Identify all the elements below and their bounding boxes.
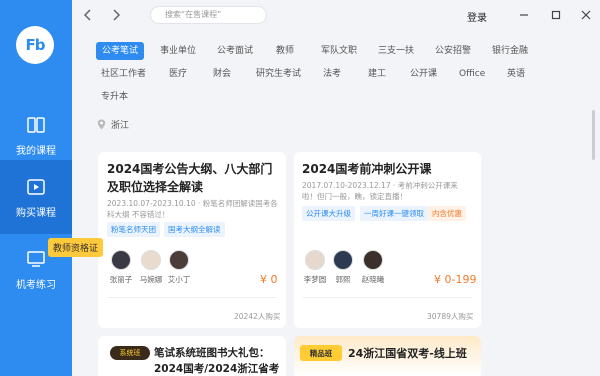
category-tab[interactable]: 公安招警: [435, 42, 471, 60]
category-tab[interactable]: 银行金融: [492, 42, 528, 60]
course-tag: 内含优惠: [428, 206, 466, 221]
minimize-icon: [520, 14, 528, 16]
category-tab[interactable]: 专升本: [101, 88, 128, 106]
avatar: [305, 250, 325, 270]
category-tab[interactable]: 英语: [507, 65, 525, 83]
category-tab[interactable]: 建工: [368, 65, 386, 83]
maximize-button[interactable]: [548, 7, 564, 23]
buyer-count: 20242人购买: [234, 312, 281, 321]
course-meta: 2023.10.07-2023.10.10 · 粉笔名师团解读国考各科大纲 不容…: [107, 199, 278, 219]
class-badge: 精品班: [300, 345, 342, 361]
category-tab[interactable]: 公考面试: [217, 42, 253, 60]
avatar: [363, 250, 383, 270]
course-card[interactable]: 2024国考公告大纲、八大部门及职位选择全解读 2023.10.07-2023.…: [98, 152, 286, 328]
course-title: 2024国考前冲刺公开课: [302, 162, 432, 176]
teacher: 赵晓曦: [358, 250, 388, 285]
teacher-name: 郭熙: [335, 275, 351, 284]
category-tab[interactable]: 财会: [213, 65, 231, 83]
course-meta: 2017.07.10-2023.12.17 · 考前冲刺公开课来啦！但门一般，瞧…: [302, 181, 458, 201]
category-tab[interactable]: 事业单位: [160, 42, 196, 60]
app-logo[interactable]: Fb: [16, 26, 54, 64]
computer-icon: [25, 248, 47, 270]
maximize-icon: [551, 10, 561, 20]
course-title: 2024国考公告大纲、八大部门及职位选择全解读: [107, 162, 273, 194]
play-icon: [25, 176, 47, 198]
divider: [107, 297, 277, 298]
teacher-name: 李梦圆: [303, 275, 327, 284]
teacher-name: 艾小丁: [167, 275, 191, 284]
teacher: 张丽子: [106, 250, 136, 285]
sidebar-item-label: 我的课程: [16, 145, 56, 157]
category-tab[interactable]: 法考: [323, 65, 341, 83]
category-tab[interactable]: 医疗: [169, 65, 187, 83]
teacher: 马婉娜: [136, 250, 166, 285]
teacher-name: 赵晓曦: [361, 275, 385, 284]
course-price: ¥ 0-199: [434, 273, 477, 286]
category-tab[interactable]: 研究生考试: [256, 65, 301, 83]
chevron-right-icon: [113, 9, 121, 21]
chevron-left-icon: [83, 9, 91, 21]
avatar: [169, 250, 189, 270]
login-button[interactable]: 登录: [467, 9, 487, 24]
avatar: [333, 250, 353, 270]
badge-label: 精品班: [309, 348, 333, 358]
back-button[interactable]: [80, 7, 96, 23]
category-tab[interactable]: 社区工作者: [101, 65, 146, 83]
teacher: 郭熙: [328, 250, 358, 285]
avatar: [111, 250, 131, 270]
category-tab[interactable]: Office: [459, 65, 485, 83]
divider: [302, 297, 472, 298]
avatar: [141, 250, 161, 270]
location-pin-icon: [97, 119, 106, 130]
teacher-name: 马婉娜: [139, 275, 163, 284]
course-card[interactable]: 系统班 笔试系统班图书大礼包：2024国考/2024浙江省考: [98, 336, 286, 376]
teacher: 艾小丁: [164, 250, 194, 285]
scrollbar[interactable]: [592, 110, 595, 160]
close-icon: [581, 10, 591, 20]
badge-label: 系统班: [119, 349, 141, 357]
book-icon: [25, 114, 47, 136]
category-tab[interactable]: 教师: [276, 42, 294, 60]
category-tab[interactable]: 公开课: [410, 65, 437, 83]
course-title: 24浙江国省双考-线上班: [348, 347, 467, 360]
category-tab[interactable]: 公考笔试: [96, 42, 145, 60]
search-input[interactable]: 搜索“在售课程”: [150, 6, 267, 24]
tooltip: 教师资格证: [48, 238, 104, 257]
minimize-button[interactable]: [516, 7, 532, 23]
class-badge: 系统班: [110, 346, 150, 360]
forward-button[interactable]: [108, 7, 124, 23]
course-tag: 粉笔名师天团: [107, 222, 160, 237]
course-tag: 一周好课一键领取: [360, 206, 428, 221]
sidebar: Fb 我的课程 购买课程 机考练习: [0, 0, 72, 376]
course-title: 笔试系统班图书大礼包：2024国考/2024浙江省考: [154, 347, 280, 375]
top-bar: 搜索“在售课程” 登录: [72, 0, 600, 30]
sidebar-item-label: 机考练习: [16, 279, 56, 291]
course-tag: 公开课大升级: [302, 206, 355, 221]
logo-text: Fb: [25, 36, 46, 54]
close-button[interactable]: [578, 7, 594, 23]
buyer-count: 30789人购买: [427, 312, 474, 321]
category-tab[interactable]: 军队文职: [321, 42, 357, 60]
teacher-name: 张丽子: [109, 275, 133, 284]
category-tab[interactable]: 三支一扶: [378, 42, 414, 60]
course-price: ¥ 0: [260, 273, 278, 286]
location-selector[interactable]: 浙江: [97, 118, 129, 131]
teacher: 李梦圆: [300, 250, 330, 285]
location-label: 浙江: [111, 121, 130, 131]
sidebar-item-label: 购买课程: [16, 207, 56, 219]
sidebar-item-buy-courses[interactable]: 购买课程: [0, 160, 72, 234]
course-tag: 国考大纲全解读: [164, 222, 225, 237]
course-card[interactable]: 精品班 24浙江国省双考-线上班: [294, 336, 481, 376]
course-card[interactable]: 2024国考前冲刺公开课 2017.07.10-2023.12.17 · 考前冲…: [294, 152, 481, 328]
